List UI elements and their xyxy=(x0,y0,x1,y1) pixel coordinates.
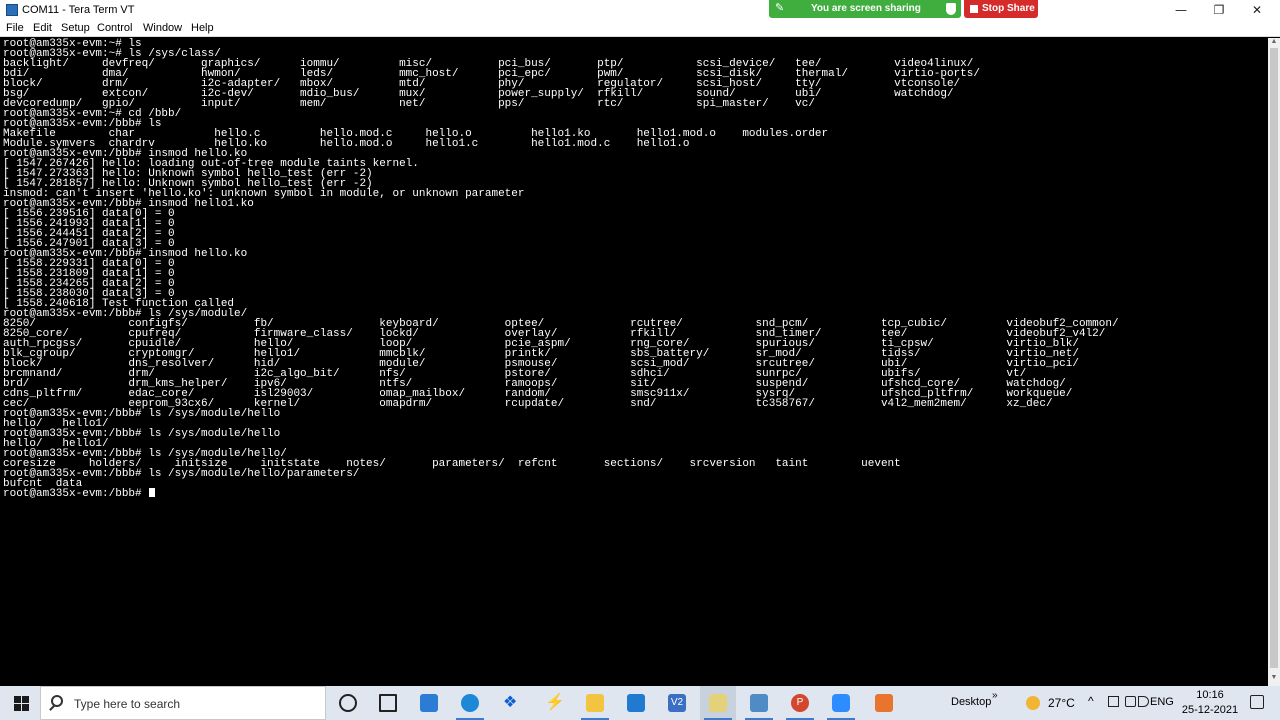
menu-setup[interactable]: Setup xyxy=(61,22,90,34)
weather-temperature[interactable]: 27°C xyxy=(1048,696,1075,710)
vertical-scrollbar[interactable]: ▲ ▼ xyxy=(1268,38,1280,686)
language-indicator[interactable]: ENG xyxy=(1150,696,1174,708)
microsoft-store-icon[interactable] xyxy=(420,694,438,712)
search-placeholder: Type here to search xyxy=(74,697,181,711)
notification-icon[interactable] xyxy=(1250,695,1264,709)
clock-time[interactable]: 10:16 xyxy=(1180,689,1240,701)
terminal-line: bufcnt data xyxy=(3,478,83,490)
windows-logo-pane xyxy=(22,696,29,703)
tera-term-icon[interactable] xyxy=(709,694,727,712)
screen-sharing-banner: ✎ You are screen sharing xyxy=(769,0,961,18)
windows-logo-pane xyxy=(14,704,21,711)
windows-logo-icon xyxy=(14,696,21,703)
chevron-icon[interactable]: » xyxy=(992,690,998,701)
title-bar: COM11 - Tera Term VT — ❐ ✕ xyxy=(0,0,1280,20)
file-explorer-icon[interactable] xyxy=(586,694,604,712)
speaker-icon[interactable] xyxy=(1138,696,1149,707)
menu-edit[interactable]: Edit xyxy=(33,22,52,34)
terminal-line: root@am335x-evm:~# cd /bbb/ xyxy=(3,108,182,120)
tera-term-app-icon[interactable] xyxy=(6,4,18,16)
scroll-up-arrow-icon[interactable]: ▲ xyxy=(1268,38,1280,48)
taskbar: Type here to search ❖ ⚡ V2 P Desktop » 2… xyxy=(0,686,1280,720)
windows-logo-pane xyxy=(22,704,29,711)
stop-share-button[interactable]: Stop Share xyxy=(964,0,1038,18)
desktop-toolbar-label[interactable]: Desktop xyxy=(951,696,991,708)
menu-window[interactable]: Window xyxy=(143,22,182,34)
screen-sharing-status: You are screen sharing xyxy=(811,3,921,14)
network-app-icon[interactable] xyxy=(750,694,768,712)
search-icon xyxy=(51,695,63,707)
menu-file[interactable]: File xyxy=(6,22,24,34)
terminal-output[interactable]: root@am335x-evm:~# ls root@am335x-evm:~# … xyxy=(0,38,1268,686)
terminal-cursor xyxy=(149,488,155,497)
network-icon[interactable] xyxy=(1125,696,1136,707)
powerpoint-icon[interactable]: P xyxy=(791,694,809,712)
terminal-line: root@am335x-evm:/bbb# ls /sys/module/hel… xyxy=(3,428,281,440)
edge-browser-icon[interactable] xyxy=(461,694,479,712)
zoom-icon[interactable] xyxy=(832,694,850,712)
menu-control[interactable]: Control xyxy=(97,22,132,34)
show-hidden-icons-icon[interactable]: ^ xyxy=(1088,694,1094,708)
close-button[interactable]: ✕ xyxy=(1238,0,1276,20)
weather-sun-icon[interactable] xyxy=(1026,696,1040,710)
clock-date[interactable]: 25-12-2021 xyxy=(1180,704,1240,716)
stop-share-label: Stop Share xyxy=(982,3,1035,14)
shield-icon xyxy=(946,3,956,15)
maximize-button[interactable]: ❐ xyxy=(1200,0,1238,20)
tray-device-icon[interactable] xyxy=(1108,696,1119,707)
taskbar-search-box[interactable]: Type here to search xyxy=(40,686,326,720)
mail-icon[interactable] xyxy=(627,694,645,712)
misc-app-icon[interactable] xyxy=(875,694,893,712)
stop-icon xyxy=(970,5,978,13)
v2-app-icon[interactable]: V2 xyxy=(668,694,686,712)
scrollbar-thumb[interactable] xyxy=(1270,48,1278,668)
start-button[interactable] xyxy=(0,686,40,720)
scroll-down-arrow-icon[interactable]: ▼ xyxy=(1268,674,1280,684)
terminal-line: root@am335x-evm:/bbb# ls /sys/module/hel… xyxy=(3,468,360,480)
terminal-line: root@am335x-evm:/bbb# xyxy=(3,488,149,500)
cortana-icon[interactable] xyxy=(339,694,357,712)
menu-bar: File Edit Setup Control Window Help xyxy=(0,20,1280,37)
terminal-line: root@am335x-evm:/bbb# ls /sys/module/hel… xyxy=(3,408,281,420)
menu-help[interactable]: Help xyxy=(191,22,214,34)
task-view-icon[interactable] xyxy=(379,694,397,712)
terminal-text: root@am335x-evm:~# ls root@am335x-evm:~# … xyxy=(3,39,1119,500)
visual-studio-icon[interactable]: ⚡ xyxy=(545,692,565,711)
dropbox-icon[interactable]: ❖ xyxy=(503,692,521,711)
pencil-icon[interactable]: ✎ xyxy=(775,1,784,14)
minimize-button[interactable]: — xyxy=(1162,0,1200,20)
window-title: COM11 - Tera Term VT xyxy=(22,4,135,16)
